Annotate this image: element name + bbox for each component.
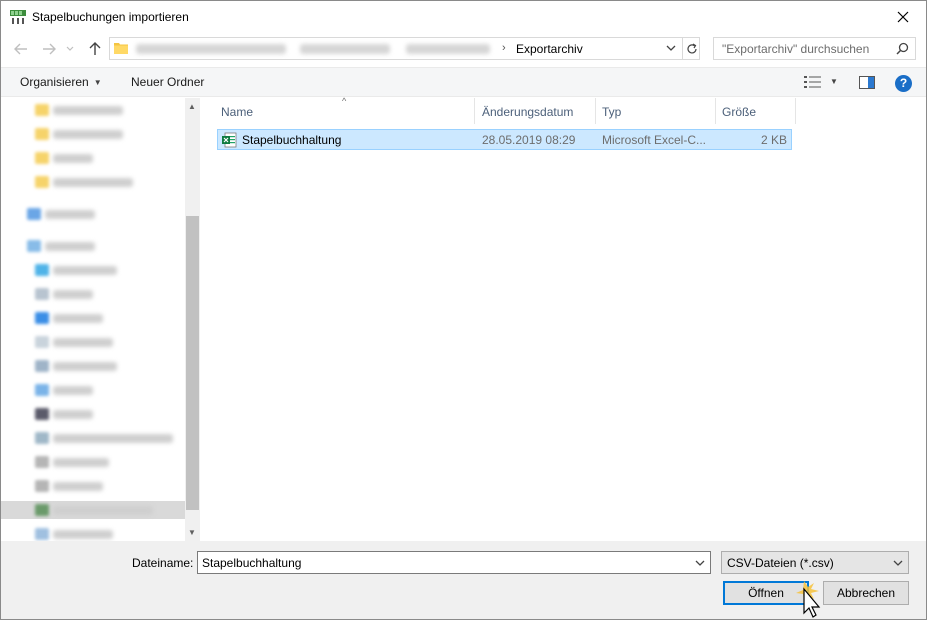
refresh-button[interactable] <box>682 38 700 59</box>
blurred-path-segment <box>300 44 390 54</box>
window-title: Stapelbuchungen importieren <box>32 10 189 24</box>
arrow-up-icon <box>89 42 101 55</box>
search-placeholder: "Exportarchiv" durchsuchen <box>722 42 870 56</box>
nav-tree-item[interactable] <box>29 454 189 470</box>
preview-pane-icon[interactable] <box>859 76 875 89</box>
file-type-filter-select[interactable]: CSV-Dateien (*.csv) <box>721 551 909 574</box>
blurred-path-segment <box>136 44 286 54</box>
filename-label: Dateiname: <box>132 556 194 570</box>
filter-value: CSV-Dateien (*.csv) <box>727 556 834 570</box>
back-button[interactable] <box>11 39 31 59</box>
recent-locations-button[interactable] <box>63 39 77 59</box>
command-bar: Organisieren ▼ Neuer Ordner ▼ ? <box>1 67 926 97</box>
caret-down-icon[interactable]: ▼ <box>830 77 838 86</box>
file-name: Stapelbuchhaltung <box>242 133 342 147</box>
nav-tree-item[interactable] <box>29 502 189 518</box>
nav-tree-item[interactable] <box>29 334 189 350</box>
nav-tree-item[interactable] <box>29 310 189 326</box>
file-size: 2 KB <box>760 133 787 147</box>
search-input[interactable]: "Exportarchiv" durchsuchen <box>713 37 916 60</box>
forward-button[interactable] <box>39 39 59 59</box>
nav-scrollbar[interactable]: ▲ ▼ <box>185 98 200 541</box>
excel-file-icon <box>222 132 237 148</box>
folder-icon <box>114 43 128 54</box>
refresh-icon <box>686 42 697 53</box>
close-icon <box>897 11 909 22</box>
navigation-pane: ▲ ▼ <box>1 98 200 541</box>
nav-tree-item[interactable] <box>29 262 189 278</box>
column-header-type[interactable]: Typ <box>596 98 716 124</box>
chevron-down-icon[interactable] <box>666 42 676 54</box>
cancel-button[interactable]: Abbrechen <box>823 581 909 605</box>
breadcrumb-separator: › <box>502 42 506 54</box>
column-header-size[interactable]: Größe <box>716 98 796 124</box>
chevron-down-icon <box>893 560 903 566</box>
chevron-down-icon[interactable] <box>695 557 705 569</box>
file-open-dialog: Stapelbuchungen importieren › Exportarch… <box>0 0 927 620</box>
scroll-thumb[interactable] <box>186 216 199 510</box>
column-header-name[interactable]: Name <box>215 98 475 124</box>
up-button[interactable] <box>85 39 105 59</box>
nav-tree-item[interactable] <box>29 150 189 166</box>
organize-label: Organisieren <box>20 75 89 89</box>
nav-tree-item[interactable] <box>21 238 181 254</box>
nav-tree-item[interactable] <box>21 206 181 222</box>
file-type: Microsoft Excel-C... <box>602 133 707 147</box>
close-button[interactable] <box>880 1 926 32</box>
nav-tree-item[interactable] <box>29 126 189 142</box>
arrow-left-icon <box>14 43 27 55</box>
app-icon <box>10 10 26 24</box>
mouse-cursor-icon <box>796 581 821 618</box>
blurred-path-segment <box>406 44 490 54</box>
new-folder-button[interactable]: Neuer Ordner <box>131 75 204 89</box>
caret-down-icon: ▼ <box>93 78 102 87</box>
nav-tree-item[interactable] <box>29 382 189 398</box>
chevron-down-icon <box>66 46 74 51</box>
nav-tree-item[interactable] <box>29 286 189 302</box>
view-details-icon[interactable] <box>804 76 822 88</box>
search-icon <box>896 42 909 55</box>
file-row[interactable]: Stapelbuchhaltung 28.05.2019 08:29 Micro… <box>217 129 792 150</box>
help-icon[interactable]: ? <box>895 75 912 92</box>
arrow-right-icon <box>43 43 56 55</box>
filename-value: Stapelbuchhaltung <box>202 556 302 570</box>
nav-tree-item[interactable] <box>29 478 189 494</box>
file-list: ^ Name Änderungsdatum Typ Größe Stapelbu… <box>202 96 926 541</box>
scroll-down-icon[interactable]: ▼ <box>188 528 196 537</box>
scroll-up-icon[interactable]: ▲ <box>188 102 196 111</box>
breadcrumb-current[interactable]: Exportarchiv <box>516 42 583 56</box>
nav-tree-item[interactable] <box>29 174 189 190</box>
title-bar: Stapelbuchungen importieren <box>1 1 926 32</box>
navigation-row: › Exportarchiv "Exportarchiv" durchsuche… <box>1 35 926 63</box>
nav-tree-item[interactable] <box>29 358 189 374</box>
nav-tree-item[interactable] <box>29 406 189 422</box>
file-date: 28.05.2019 08:29 <box>482 133 576 147</box>
dialog-footer: Dateiname: Stapelbuchhaltung CSV-Dateien… <box>1 541 926 619</box>
nav-tree-item[interactable] <box>29 526 189 541</box>
column-header-date[interactable]: Änderungsdatum <box>476 98 596 124</box>
nav-tree-item[interactable] <box>29 430 189 446</box>
address-bar[interactable]: › Exportarchiv <box>109 37 700 60</box>
filename-input[interactable]: Stapelbuchhaltung <box>197 551 711 574</box>
nav-tree-item[interactable] <box>29 102 189 118</box>
organize-menu-button[interactable]: Organisieren ▼ <box>20 75 102 89</box>
